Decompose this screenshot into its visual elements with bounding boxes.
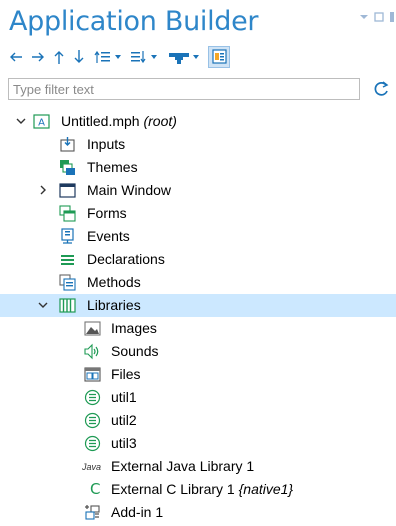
dropdown-arrow-icon[interactable] [359,12,369,22]
tree-item-label: util1 [111,389,137,405]
chevron-down-icon[interactable] [37,299,49,311]
sounds-icon [84,343,99,360]
app-icon: A [33,114,50,129]
tree-item-label: Themes [87,159,138,175]
methods-icon [59,274,76,291]
arrow-right-icon [32,52,44,62]
arrow-left-icon [10,52,22,62]
add-in-icon [85,505,100,520]
tree-item-label: Events [87,228,130,244]
arrow-down-icon [74,50,84,63]
tree-item-files[interactable]: Files [0,363,396,386]
declarations-icon [61,255,74,265]
tree-item-events[interactable]: Events [0,225,396,248]
themes-icon [60,160,75,175]
java-icon: Java [82,462,102,472]
filter-placeholder: Type filter text [13,82,94,97]
events-icon [61,228,74,244]
tree-item-label: util3 [111,435,137,451]
tree-item-methods[interactable]: Methods [0,271,396,294]
tree-item-images[interactable]: Images [0,317,396,340]
tree-item-main-window[interactable]: Main Window [0,179,396,202]
window-icon [59,183,76,198]
tree-item-label: External C Library 1 [111,481,235,497]
files-icon [84,367,101,382]
window-controls [359,12,396,26]
tree-item-label: Sounds [111,343,159,359]
add-node-icon [169,53,199,64]
chevron-down-icon[interactable] [15,115,27,127]
move-right-button[interactable] [30,46,46,68]
filter-input[interactable]: Type filter text [8,78,360,100]
view-panel-icon [212,49,227,64]
util-icon [84,435,101,452]
tree-item-label: Inputs [87,136,126,152]
tree-item-label: Libraries [87,297,141,313]
sort-down-icon [131,51,157,64]
tree-item-sounds[interactable]: Sounds [0,340,396,363]
sort-down-dropdown[interactable] [130,46,160,68]
chevron-right-icon[interactable] [37,184,49,196]
images-icon [84,321,101,336]
tree-item-label: Main Window [87,182,172,198]
tree-item-label: Files [111,366,141,382]
filter-row: Type filter text [0,78,396,102]
refresh-icon[interactable] [372,80,390,98]
inputs-icon [60,137,75,152]
util-icon [84,412,101,429]
svg-text:A: A [38,118,45,129]
tree-item-label: util2 [111,412,137,428]
tree-item-declarations[interactable]: Declarations [0,248,396,271]
tree-item-inputs[interactable]: Inputs [0,133,396,156]
libraries-icon [59,298,76,313]
arrow-up-icon [54,51,64,64]
tree-item-label: Images [111,320,157,336]
tree-item-label: Forms [87,205,127,221]
app-builder-title: Application Builder [9,6,259,37]
restore-icon[interactable] [374,12,384,22]
tree-item-util2[interactable]: util2 [0,409,396,432]
tree-item-java-library[interactable]: Java External Java Library 1 [0,455,396,478]
tree-item-label: External Java Library 1 [111,458,255,474]
util-icon [84,389,101,406]
tree-item-label: Methods [87,274,141,290]
tree-item-add-in[interactable]: Add-in 1 [0,501,396,524]
forms-icon [59,205,76,222]
toolbar [8,46,328,70]
tree-root-label: Untitled.mph [61,113,140,129]
move-up-button[interactable] [52,46,66,68]
tree-item-util1[interactable]: util1 [0,386,396,409]
pin-icon[interactable] [389,12,396,22]
add-node-dropdown[interactable] [168,46,202,68]
tree-item-libraries[interactable]: Libraries [0,294,396,317]
tree-item-util3[interactable]: util3 [0,432,396,455]
tree-item-c-library[interactable]: C External C Library 1 {native1} [0,478,396,501]
sort-up-dropdown[interactable] [94,46,124,68]
sort-up-icon [94,50,121,63]
c-library-icon: C [90,480,101,498]
toggle-view-button[interactable] [208,46,230,68]
tree-root-note: (root) [143,113,177,129]
tree-item-note: {native1} [238,481,294,497]
tree-item-themes[interactable]: Themes [0,156,396,179]
tree-root[interactable]: A Untitled.mph (root) [0,110,396,133]
tree-item-forms[interactable]: Forms [0,202,396,225]
move-down-button[interactable] [72,46,86,68]
tree-item-label: Declarations [87,251,165,267]
move-left-button[interactable] [8,46,24,68]
tree-item-label: Add-in 1 [111,504,164,520]
